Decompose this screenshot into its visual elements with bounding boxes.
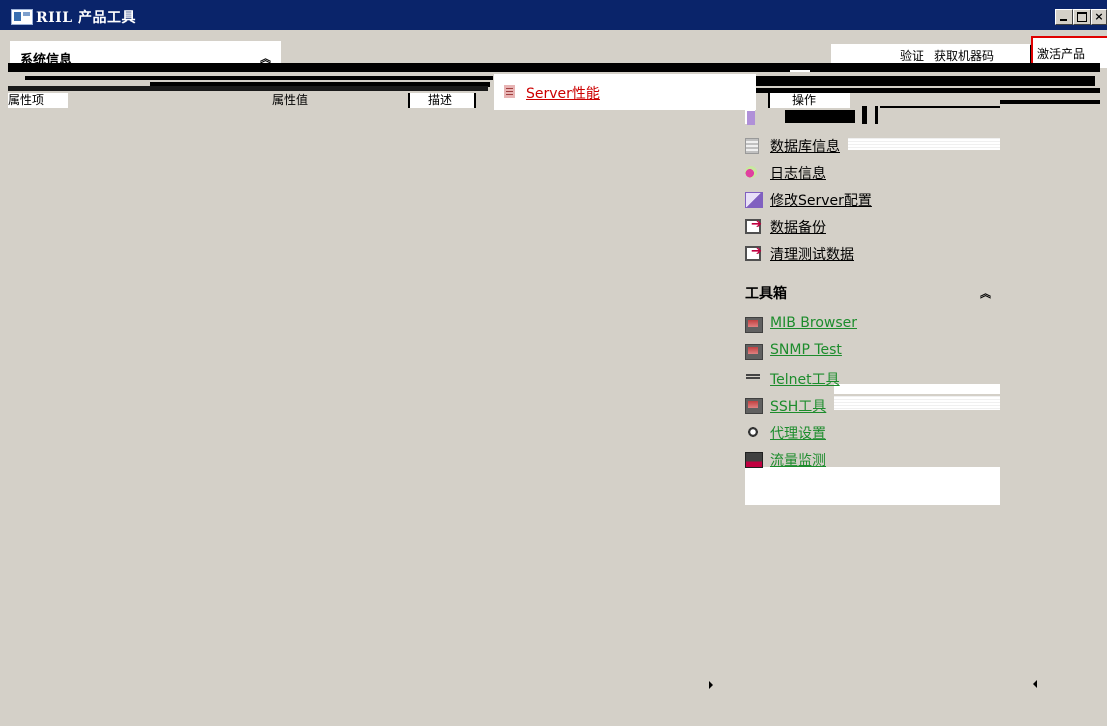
column-header-operation-label: 操作 — [792, 93, 817, 107]
tool-item-ssh[interactable]: SSH工具 — [745, 395, 1000, 415]
link-item-server-performance[interactable] — [745, 108, 1000, 128]
activate-product-label: 激活产品 — [1037, 47, 1086, 61]
render-artifact-bar — [8, 86, 488, 91]
monitor-icon — [745, 398, 763, 414]
link-panel-fill — [745, 467, 1000, 505]
expand-right-arrow-icon[interactable] — [709, 681, 713, 689]
tool-item-proxy-settings[interactable]: 代理设置 — [745, 422, 1000, 442]
proxy-icon — [745, 425, 761, 439]
render-artifact-bar — [8, 63, 1100, 72]
tool-item-snmp-test[interactable]: SNMP Test — [745, 341, 1000, 361]
link-item-modify-server-config[interactable]: 修改Server配置 — [745, 189, 1000, 209]
app-icon — [11, 9, 33, 25]
clean-test-data-link[interactable]: 清理测试数据 — [770, 244, 854, 264]
column-header-value-label: 属性值 — [272, 93, 309, 107]
render-artifact-bar — [25, 76, 493, 80]
maximize-button[interactable] — [1073, 9, 1091, 25]
document-icon — [747, 111, 755, 125]
title-bar: RIIL 产品工具 × — [0, 0, 1107, 30]
server-performance-item[interactable]: Server性能 — [494, 74, 756, 110]
data-backup-link[interactable]: 数据备份 — [770, 217, 826, 237]
telnet-tool-link[interactable]: Telnet工具 — [770, 369, 840, 389]
column-header-operation: 操作 — [768, 93, 850, 108]
link-item-data-backup[interactable]: 数据备份 — [745, 216, 1000, 236]
column-header-value: 属性值 — [268, 93, 404, 108]
tool-item-mib-browser[interactable]: MIB Browser — [745, 314, 1000, 334]
traffic-monitor-link[interactable]: 流量监测 — [770, 450, 826, 470]
monitor-icon — [745, 344, 763, 360]
tool-item-traffic-monitor[interactable]: 流量监测 — [745, 449, 1000, 469]
minimize-button[interactable] — [1055, 9, 1073, 25]
snmp-test-link[interactable]: SNMP Test — [770, 342, 842, 358]
column-header-property-label: 属性项 — [8, 93, 45, 107]
mib-browser-link[interactable]: MIB Browser — [770, 315, 857, 331]
modify-server-config-link[interactable]: 修改Server配置 — [770, 190, 872, 210]
database-icon — [745, 138, 759, 154]
telnet-icon — [745, 371, 761, 385]
proxy-settings-link[interactable]: 代理设置 — [770, 423, 826, 443]
document-icon — [504, 85, 515, 98]
database-info-link[interactable]: 数据库信息 — [770, 136, 840, 156]
monitor-icon — [745, 317, 763, 333]
get-machine-code-label: 获取机器码 — [934, 49, 995, 63]
backup-icon — [745, 244, 762, 261]
toolbox-title: 工具箱 — [745, 286, 787, 302]
link-item-database-info[interactable]: 数据库信息 — [745, 135, 1000, 155]
collapse-left-arrow-icon[interactable] — [1033, 680, 1037, 688]
link-item-log-info[interactable]: 日志信息 — [745, 162, 1000, 182]
column-header-description: 描述 — [408, 93, 476, 108]
column-header-description-label: 描述 — [428, 93, 453, 107]
collapse-chevron-icon[interactable]: ︽ — [980, 285, 991, 301]
server-performance-link[interactable]: Server性能 — [526, 83, 600, 103]
traffic-icon — [745, 452, 763, 468]
edit-icon — [745, 192, 763, 208]
log-icon — [745, 166, 757, 178]
ssh-tool-link[interactable]: SSH工具 — [770, 396, 826, 416]
log-info-link[interactable]: 日志信息 — [770, 163, 826, 183]
column-header-property: 属性项 — [8, 93, 68, 108]
close-button[interactable]: × — [1091, 9, 1107, 25]
tool-item-telnet[interactable]: Telnet工具 — [745, 368, 1000, 388]
window-title: RIIL 产品工具 — [36, 10, 136, 26]
link-item-clean-test-data[interactable]: 清理测试数据 — [745, 243, 1000, 263]
render-artifact-bar — [1000, 100, 1100, 104]
backup-icon — [745, 217, 762, 234]
render-artifact-bar — [755, 76, 1095, 86]
render-artifact-bar — [790, 70, 810, 72]
